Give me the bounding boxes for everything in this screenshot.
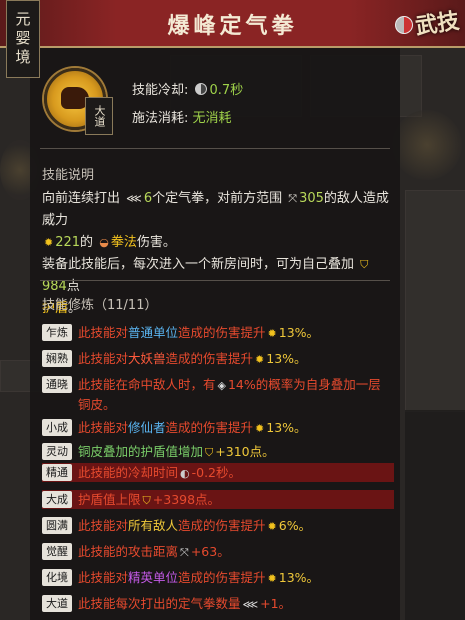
range-icon: ⤧	[180, 546, 189, 559]
cost-stat: 施法消耗: 无消耗	[132, 107, 232, 126]
mod-row: 娴熟 此技能对大妖兽造成的伤害提升 ✹ 13%。	[42, 349, 394, 369]
mod-row: 大成 护盾值上限 ⛉ +3398点。	[42, 490, 394, 510]
mod-row: 通晓 此技能在命中敌人时，有 ◈ 14%的概率为自身叠加一层 铜皮。	[42, 375, 394, 414]
mod-tag: 通晓	[42, 376, 72, 393]
power-icon: ✹	[267, 520, 277, 533]
mod-row: 灵动 铜皮叠加的护盾值增加 ⛉ +310点。	[42, 442, 394, 462]
mod-row: 大道 此技能每次打出的定气拳数量 ⋘ +1。	[42, 594, 394, 614]
mod-tag: 精通	[42, 464, 72, 481]
realm-tag: 元婴境	[6, 0, 40, 78]
mod-tag: 化境	[42, 569, 72, 586]
range-icon: ⤧	[288, 192, 298, 205]
cultivation-title: 技能修炼（11/11）	[42, 298, 158, 313]
moon-icon: ◐	[180, 467, 190, 480]
divider	[40, 148, 390, 149]
power-icon: ✹	[267, 327, 277, 340]
chance-icon: ◈	[217, 379, 226, 392]
mod-tag: 娴熟	[42, 350, 72, 367]
mod-row: 小成 此技能对修仙者造成的伤害提升 ✹ 13%。	[42, 418, 394, 438]
punch-count-icon: ⋘	[126, 192, 142, 205]
cost-label: 施法消耗:	[132, 111, 189, 126]
moon-icon	[194, 83, 207, 95]
power-icon: ✹	[255, 353, 265, 366]
mod-row: 精通 此技能的冷却时间 ◐ -0.2秒。	[42, 463, 394, 483]
mod-row: 觉醒 此技能的攻击距离 ⤧ +63。	[42, 542, 394, 562]
cooldown-stat: 技能冷却: 0.7秒	[132, 79, 243, 98]
mod-row: 乍炼 此技能对普通单位造成的伤害提升 ✹ 13%。	[42, 323, 394, 343]
mod-row: 化境 此技能对精英单位造成的伤害提升 ✹ 13%。	[42, 568, 394, 588]
skill-detail-panel: 大道 技能冷却: 0.7秒 施法消耗: 无消耗 技能说明 向前连续打出 ⋘ 6个定…	[30, 48, 400, 620]
cooldown-label: 技能冷却:	[132, 83, 189, 98]
punch-count-icon: ⋘	[242, 598, 259, 611]
shield-icon: ⛉	[142, 494, 151, 507]
mod-row: 圆满 此技能对所有敌人造成的伤害提升 ✹ 6%。	[42, 516, 394, 536]
skill-header: 爆峰定气拳 武技	[0, 0, 465, 48]
mod-tag: 灵动	[42, 443, 72, 460]
mod-tag: 小成	[42, 419, 72, 436]
mod-tag: 乍炼	[42, 324, 72, 341]
cost-value: 无消耗	[192, 111, 232, 126]
mod-tag: 圆满	[42, 517, 72, 534]
shield-icon: ⛉	[360, 258, 369, 271]
skill-grade-badge: 大道	[85, 97, 113, 135]
cooldown-value: 0.7秒	[209, 83, 244, 98]
description-title: 技能说明	[42, 168, 95, 183]
power-icon: ✹	[255, 422, 265, 435]
fist-skill-icon: 大道	[44, 68, 113, 135]
power-icon: ✹	[267, 572, 277, 585]
mod-tag: 觉醒	[42, 543, 72, 560]
pill-icon	[395, 16, 413, 34]
martial-skill-brush-text: 武技	[413, 8, 461, 40]
mod-tag: 大道	[42, 595, 72, 612]
divider	[40, 280, 390, 281]
shield-icon: ⛉	[205, 446, 214, 459]
power-icon: ✹	[44, 236, 54, 249]
mod-tag: 大成	[42, 491, 72, 508]
fist-small-icon: ◒	[99, 236, 109, 249]
